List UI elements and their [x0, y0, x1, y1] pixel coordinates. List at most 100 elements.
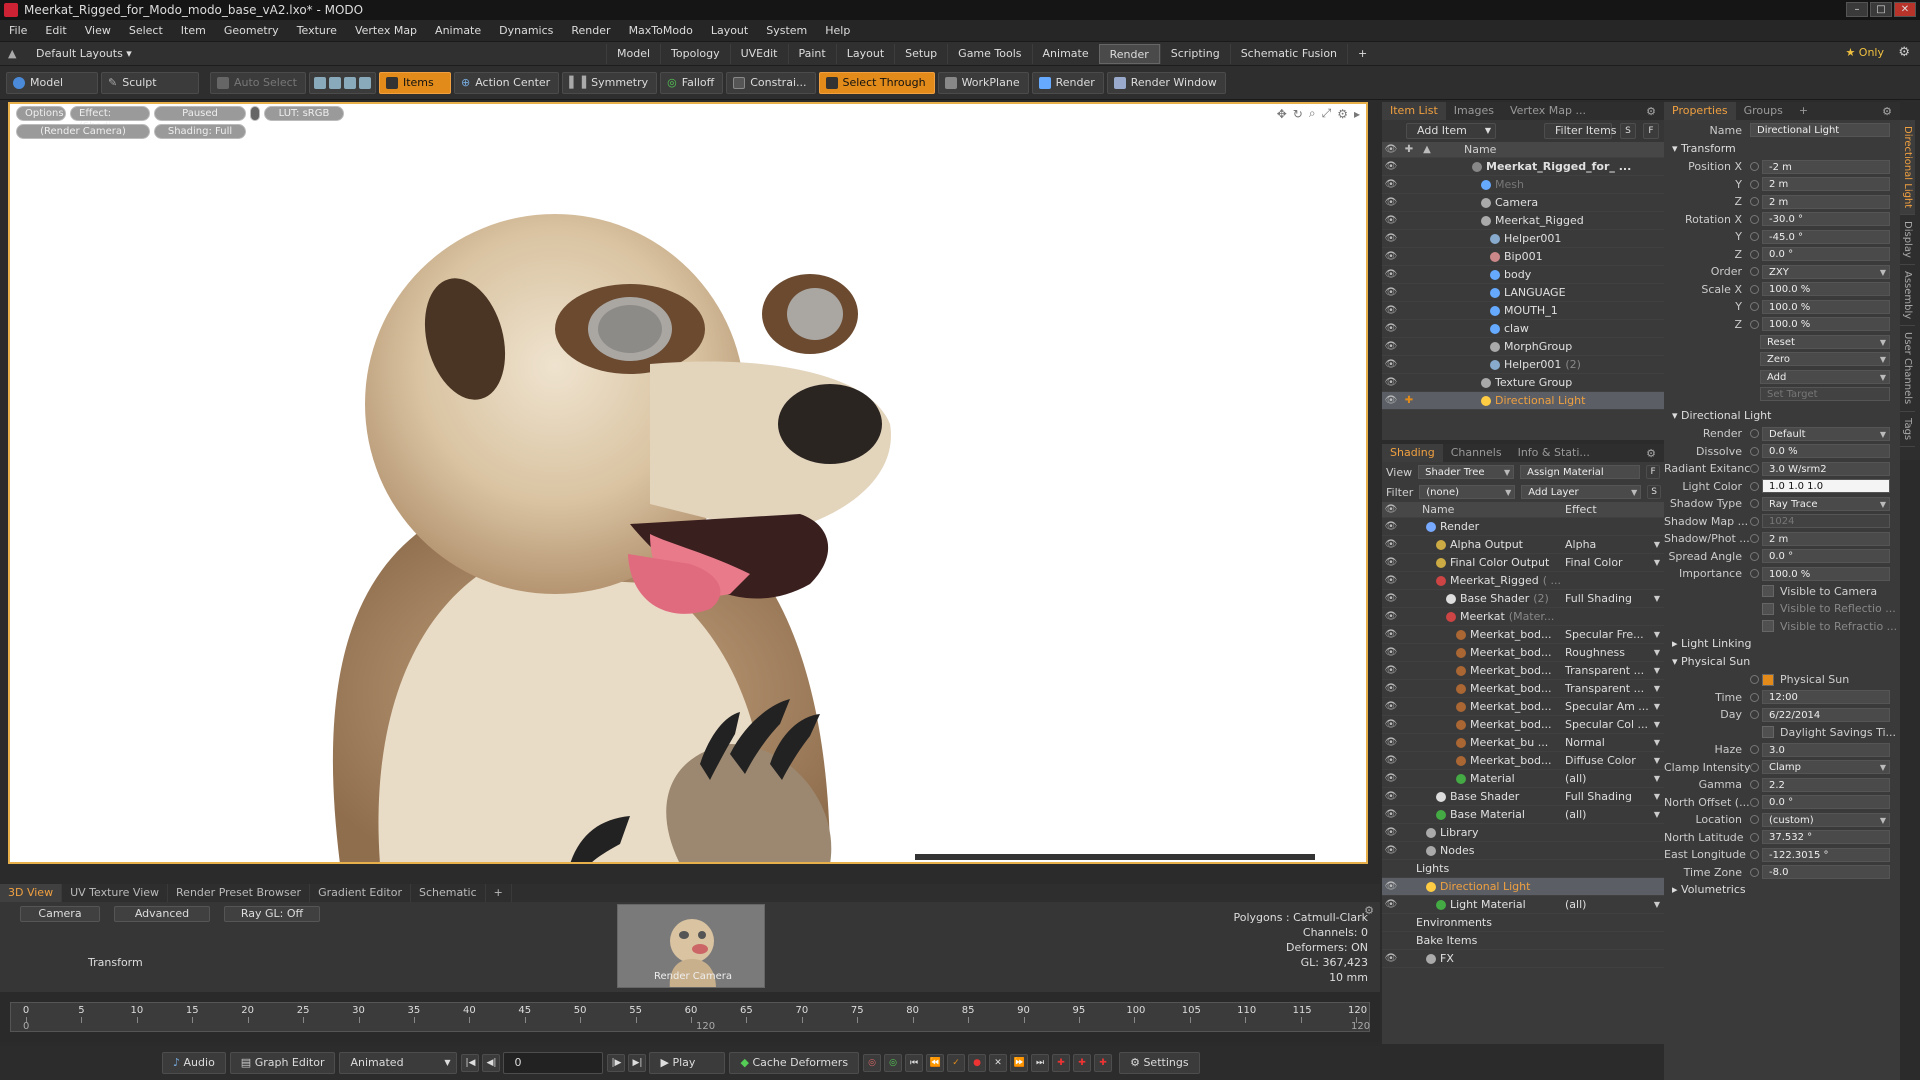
- last-frame-icon[interactable]: ▶|: [628, 1054, 647, 1072]
- eye-icon[interactable]: 👁: [1382, 827, 1400, 838]
- channel-dot-icon[interactable]: [1750, 249, 1759, 259]
- filter-f-button[interactable]: F: [1643, 123, 1659, 139]
- transform-section[interactable]: ▾ Transform: [1664, 140, 1900, 158]
- visible-to-camera-checkbox[interactable]: [1762, 585, 1774, 598]
- item-row[interactable]: 👁 Meerkat_Rigged_for_ ...: [1382, 158, 1664, 176]
- bottom-tab-uv-texture-view[interactable]: UV Texture View: [62, 884, 169, 902]
- prev-keyframe-icon[interactable]: ⏮: [905, 1054, 924, 1072]
- shader-row[interactable]: 👁 Meerkat_bod... Transparent ... ▼: [1382, 680, 1664, 698]
- eye-icon[interactable]: 👁: [1382, 593, 1400, 604]
- action-center-button[interactable]: ⊕ Action Center: [453, 71, 560, 94]
- menu-texture[interactable]: Texture: [288, 24, 346, 37]
- side-tab-display[interactable]: Display: [1900, 215, 1915, 266]
- item-row[interactable]: 👁 Mesh: [1382, 176, 1664, 194]
- shader-row[interactable]: 👁 Meerkat_bod... Specular Fre... ▼: [1382, 626, 1664, 644]
- chevron-down-icon[interactable]: ▼: [1654, 594, 1660, 603]
- channel-dot-icon[interactable]: [1750, 815, 1759, 825]
- property-field[interactable]: 0.0 °: [1762, 247, 1890, 262]
- eye-icon[interactable]: 👁: [1382, 359, 1400, 370]
- filter-items-button[interactable]: Filter Items: [1544, 123, 1617, 139]
- menu-help[interactable]: Help: [816, 24, 859, 37]
- eye-icon[interactable]: 👁: [1382, 629, 1400, 640]
- eye-icon[interactable]: 👁: [1382, 665, 1400, 676]
- key-add-icon[interactable]: ✚: [1052, 1054, 1071, 1072]
- paused-toggle[interactable]: Paused: [154, 106, 246, 121]
- play-button[interactable]: ▶ Play: [649, 1052, 726, 1074]
- collapse-icon[interactable]: ▲: [8, 47, 18, 60]
- only-toggle[interactable]: ★ Only: [1845, 46, 1884, 59]
- shader-row[interactable]: 👁 Nodes: [1382, 842, 1664, 860]
- item-row[interactable]: 👁 Helper001: [1382, 230, 1664, 248]
- tab-setup[interactable]: Setup: [894, 44, 947, 64]
- eye-icon[interactable]: 👁: [1382, 611, 1400, 622]
- menu-file[interactable]: File: [0, 24, 36, 37]
- eye-icon[interactable]: 👁: [1382, 323, 1400, 334]
- advanced-button[interactable]: Advanced: [114, 906, 210, 922]
- search-s-button[interactable]: S: [1620, 123, 1636, 139]
- panel-gear-icon[interactable]: ⚙: [1646, 447, 1656, 460]
- eye-icon[interactable]: 👁: [1382, 719, 1400, 730]
- cache-deformers-button[interactable]: ◆ Cache Deformers: [729, 1052, 860, 1074]
- item-row[interactable]: 👁 body: [1382, 266, 1664, 284]
- property-field[interactable]: 6/22/2014: [1762, 707, 1890, 722]
- edge-icon[interactable]: [328, 76, 341, 89]
- properties-tab-groups[interactable]: Groups: [1736, 102, 1791, 120]
- effect-value[interactable]: (all): [1565, 772, 1586, 785]
- eye-icon[interactable]: 👁: [1382, 755, 1400, 766]
- visible-to-reflectio-checkbox[interactable]: [1762, 602, 1774, 615]
- fit-icon[interactable]: ⤢: [1322, 106, 1332, 121]
- viewport-scrollbar[interactable]: [915, 854, 1315, 860]
- polygon-icon[interactable]: [343, 76, 356, 89]
- channel-dot-icon[interactable]: [1750, 850, 1759, 860]
- timeline[interactable]: 0 5 10 15 20 25 30 35 40 45 50 55 60 65 70 75 80 85 90 95 10…: [0, 992, 1380, 1042]
- property-field[interactable]: Clamp ▼: [1762, 760, 1890, 775]
- gear-icon[interactable]: ⚙: [1898, 45, 1910, 60]
- property-field[interactable]: 100.0 %: [1762, 299, 1890, 314]
- panel-gear-icon[interactable]: ⚙: [1882, 105, 1892, 118]
- eye-icon[interactable]: 👁: [1382, 881, 1400, 892]
- property-field[interactable]: 12:00: [1762, 690, 1890, 705]
- shader-row[interactable]: 👁 Base Material (all) ▼: [1382, 806, 1664, 824]
- snapshot-icon[interactable]: [250, 106, 260, 121]
- animated-dropdown[interactable]: Animated ▼: [339, 1052, 458, 1074]
- shader-row[interactable]: Bake Items: [1382, 932, 1664, 950]
- chevron-down-icon[interactable]: ▼: [1654, 720, 1660, 729]
- eye-icon[interactable]: 👁: [1382, 395, 1400, 406]
- bottom-tab-schematic[interactable]: Schematic: [411, 884, 486, 902]
- menu-view[interactable]: View: [76, 24, 120, 37]
- property-field[interactable]: -8.0: [1762, 865, 1890, 880]
- eye-icon[interactable]: 👁: [1382, 197, 1400, 208]
- eye-icon[interactable]: 👁: [1382, 161, 1400, 172]
- side-tab-assembly[interactable]: Assembly: [1900, 265, 1915, 327]
- tab-game-tools[interactable]: Game Tools: [947, 44, 1031, 64]
- menu-dynamics[interactable]: Dynamics: [490, 24, 562, 37]
- shader-row[interactable]: 👁 Render: [1382, 518, 1664, 536]
- minimize-button[interactable]: –: [1846, 2, 1868, 17]
- chevron-down-icon[interactable]: ▼: [1654, 756, 1660, 765]
- channel-dot-icon[interactable]: [1750, 232, 1759, 242]
- workplane-button[interactable]: WorkPlane: [937, 71, 1029, 94]
- eye-icon[interactable]: 👁: [1382, 845, 1400, 856]
- render-camera-dropdown[interactable]: (Render Camera): [16, 124, 150, 139]
- falloff-button[interactable]: ◎ Falloff: [660, 71, 724, 94]
- property-field[interactable]: Default ▼: [1762, 426, 1890, 441]
- bottom-tab-gradient-editor[interactable]: Gradient Editor: [310, 884, 411, 902]
- property-field[interactable]: -2 m: [1762, 159, 1890, 174]
- lut-dropdown[interactable]: LUT: sRGB: [264, 106, 344, 121]
- channel-dot-icon[interactable]: [1750, 867, 1759, 877]
- shader-row[interactable]: 👁 Base Shader Full Shading ▼: [1382, 788, 1664, 806]
- channel-dot-icon[interactable]: [1750, 534, 1759, 544]
- light-linking-section[interactable]: ▸ Light Linking: [1664, 635, 1900, 653]
- property-field[interactable]: ZXY ▼: [1762, 264, 1890, 279]
- property-field[interactable]: 1.0 1.0 1.0: [1762, 479, 1890, 494]
- chevron-down-icon[interactable]: ▼: [1654, 648, 1660, 657]
- tab-render[interactable]: Render: [1098, 44, 1160, 64]
- add-item-button[interactable]: Add Item ▼: [1406, 123, 1496, 139]
- shader-row[interactable]: 👁 Meerkat_Rigged( ...: [1382, 572, 1664, 590]
- volumetrics-section[interactable]: ▸ Volumetrics: [1664, 881, 1900, 899]
- render-window-button[interactable]: Render Window: [1106, 71, 1226, 94]
- item-row[interactable]: 👁 MOUTH_1: [1382, 302, 1664, 320]
- effect-value[interactable]: Specular Am ...: [1565, 700, 1649, 713]
- property-field[interactable]: -45.0 °: [1762, 229, 1890, 244]
- itemlist-tab-vertex-map[interactable]: Vertex Map ...: [1502, 102, 1594, 120]
